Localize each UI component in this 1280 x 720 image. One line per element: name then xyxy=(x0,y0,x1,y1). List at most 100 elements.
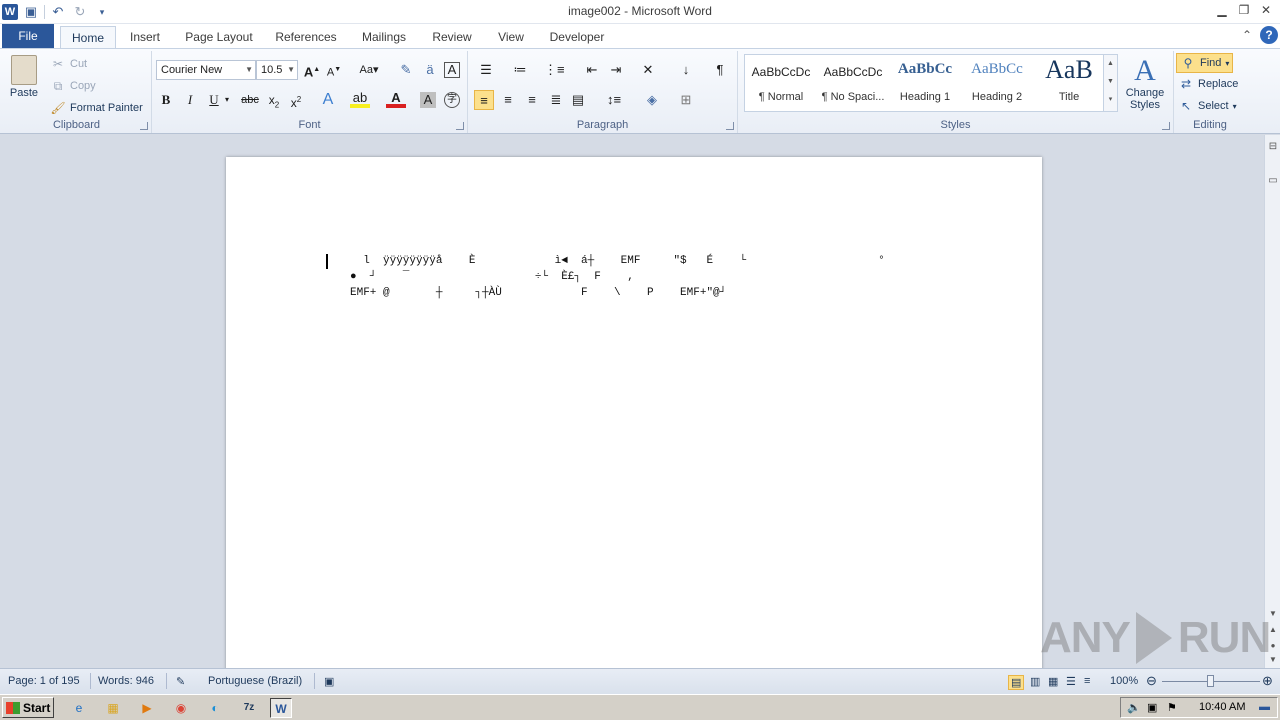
style-title[interactable]: AaB Title xyxy=(1033,55,1105,111)
decrease-indent-icon[interactable]: ⇤ xyxy=(582,60,602,80)
shading-icon[interactable]: ◈ xyxy=(642,90,662,110)
7zip-icon[interactable]: 7z xyxy=(238,698,260,718)
print-layout-icon[interactable]: ▤ xyxy=(1008,675,1025,690)
start-button[interactable]: Start xyxy=(2,697,54,718)
media-player-icon[interactable]: ▶ xyxy=(136,698,158,718)
multilevel-list-icon[interactable]: ⋮≡ xyxy=(544,60,565,80)
borders-icon[interactable]: ⊞ xyxy=(676,90,696,110)
copy-button[interactable]: ⧉ Copy xyxy=(50,78,96,94)
volume-icon[interactable]: 🔈 xyxy=(1127,701,1141,714)
tab-home[interactable]: Home xyxy=(60,26,116,48)
tab-page-layout[interactable]: Page Layout xyxy=(180,26,258,48)
shrink-font-icon[interactable]: A▼ xyxy=(324,60,344,80)
vertical-scrollbar[interactable]: ⊟ ▭ ▼ ▲ ● ▼ xyxy=(1264,135,1280,668)
zoom-slider-thumb[interactable] xyxy=(1207,675,1214,687)
full-screen-reading-icon[interactable]: ▥ xyxy=(1030,675,1040,688)
minimize-ribbon-icon[interactable]: ⌃ xyxy=(1242,28,1252,42)
font-size-combo[interactable]: 10.5 ▼ xyxy=(256,60,298,80)
tab-mailings[interactable]: Mailings xyxy=(356,26,412,48)
language-indicator[interactable]: Portuguese (Brazil) xyxy=(208,675,302,687)
tab-developer[interactable]: Developer xyxy=(546,26,608,48)
ruler-toggle-icon[interactable]: ⊟ xyxy=(1265,141,1280,152)
gallery-more-icon[interactable]: ▾ xyxy=(1104,91,1117,109)
align-center-icon[interactable]: ≡ xyxy=(498,90,518,110)
show-desktop-icon[interactable]: ▬ xyxy=(1259,701,1270,713)
numbering-icon[interactable]: ≔ xyxy=(510,60,530,80)
zoom-level[interactable]: 100% xyxy=(1110,675,1138,687)
tab-review[interactable]: Review xyxy=(428,26,476,48)
subscript-icon[interactable]: x2 xyxy=(264,90,284,110)
tab-references[interactable]: References xyxy=(270,26,342,48)
phonetic-guide-icon[interactable]: ä xyxy=(420,60,440,80)
zoom-in-icon[interactable]: ⊕ xyxy=(1262,673,1273,689)
align-right-icon[interactable]: ≡ xyxy=(522,90,542,110)
style-no-spacing[interactable]: AaBbCcDc ¶ No Spaci... xyxy=(817,55,889,111)
macro-record-icon[interactable]: ▣ xyxy=(324,675,334,688)
superscript-icon[interactable]: x2 xyxy=(286,90,306,110)
select-button[interactable]: ↖ Select ▾ xyxy=(1178,98,1237,114)
word-taskbar-icon[interactable]: W xyxy=(270,698,292,718)
draft-icon[interactable]: ≡ xyxy=(1084,675,1090,687)
tab-view[interactable]: View xyxy=(492,26,530,48)
character-shading-icon[interactable]: A xyxy=(420,92,436,108)
sort-icon[interactable]: ↓ xyxy=(676,60,696,80)
document-line[interactable]: l ÿÿÿÿÿÿÿÿå È ì◄ á┼ EMF ″$ É └ ° xyxy=(350,255,885,267)
zoom-out-icon[interactable]: ⊖ xyxy=(1146,673,1157,689)
underline-icon[interactable]: U xyxy=(204,90,224,110)
restore-icon[interactable]: ❐ xyxy=(1236,2,1252,18)
styles-launcher-icon[interactable] xyxy=(1162,122,1170,130)
clock[interactable]: 10:40 AM xyxy=(1199,701,1245,713)
gallery-down-icon[interactable]: ▼ xyxy=(1104,73,1117,91)
edge-icon[interactable]: ◐ xyxy=(204,698,226,718)
gallery-up-icon[interactable]: ▲ xyxy=(1104,55,1117,73)
font-color-icon[interactable]: A xyxy=(386,90,406,108)
word-count[interactable]: Words: 946 xyxy=(98,675,154,687)
scroll-thumb-icon[interactable]: ▭ xyxy=(1265,175,1280,186)
character-border-icon[interactable]: A xyxy=(444,62,460,78)
tab-file[interactable]: File xyxy=(2,24,54,48)
align-left-icon[interactable]: ≡ xyxy=(474,90,494,110)
style-heading-1[interactable]: AaBbCc Heading 1 xyxy=(889,55,961,111)
underline-dropdown-icon[interactable]: ▾ xyxy=(222,90,232,110)
format-painter-button[interactable]: 🖌 Format Painter xyxy=(50,100,142,116)
document-page[interactable]: l ÿÿÿÿÿÿÿÿå È ì◄ á┼ EMF ″$ É └ ° ● ┘ ¯ ÷… xyxy=(226,157,1042,668)
grow-font-icon[interactable]: A▲ xyxy=(302,60,322,80)
show-formatting-icon[interactable]: ¶ xyxy=(710,60,730,80)
document-line[interactable]: ● ┘ ¯ ÷└ È£┐ F , xyxy=(350,271,634,283)
distributed-icon[interactable]: ▤ xyxy=(568,90,588,110)
page-count[interactable]: Page: 1 of 195 xyxy=(8,675,80,687)
minimize-icon[interactable]: ▁ xyxy=(1214,2,1230,18)
action-center-flag-icon[interactable]: ⚑ xyxy=(1167,701,1177,714)
strikethrough-icon[interactable]: abc xyxy=(238,90,262,110)
bullets-icon[interactable]: ☰ xyxy=(476,60,496,80)
clear-formatting-icon[interactable]: ✎ xyxy=(396,60,416,80)
internet-explorer-icon[interactable]: e xyxy=(68,698,90,718)
paragraph-launcher-icon[interactable] xyxy=(726,122,734,130)
justify-icon[interactable]: ≣ xyxy=(546,90,566,110)
text-effects-icon[interactable]: A xyxy=(318,90,338,110)
outline-icon[interactable]: ☰ xyxy=(1066,675,1076,688)
italic-icon[interactable]: I xyxy=(180,90,200,110)
find-button[interactable]: ⚲ Find ▾ xyxy=(1176,53,1234,73)
style-normal[interactable]: AaBbCcDc ¶ Normal xyxy=(745,55,817,111)
paste-button[interactable]: Paste xyxy=(8,55,40,99)
style-heading-2[interactable]: AaBbCc Heading 2 xyxy=(961,55,1033,111)
line-spacing-icon[interactable]: ↕≡ xyxy=(604,90,624,110)
change-styles-button[interactable]: A Change Styles xyxy=(1122,55,1168,112)
highlight-icon[interactable]: ab xyxy=(350,90,370,108)
file-explorer-icon[interactable]: ▦ xyxy=(102,698,124,718)
help-icon[interactable]: ? xyxy=(1260,26,1278,44)
tab-insert[interactable]: Insert xyxy=(124,26,166,48)
asian-layout-icon[interactable]: ✕ xyxy=(638,60,658,80)
proofing-icon[interactable]: ✎ xyxy=(176,675,185,688)
network-icon[interactable]: ▣ xyxy=(1147,701,1157,714)
bold-icon[interactable]: B xyxy=(156,90,176,110)
chrome-icon[interactable]: ◉ xyxy=(170,698,192,718)
change-case-icon[interactable]: Aa▾ xyxy=(356,60,382,80)
font-name-combo[interactable]: Courier New ▼ xyxy=(156,60,256,80)
document-line[interactable]: EMF+ @ ┼ ┐┼ÀÙ F \ P EMF+″@┘ xyxy=(350,287,726,299)
increase-indent-icon[interactable]: ⇥ xyxy=(606,60,626,80)
cut-button[interactable]: ✂ Cut xyxy=(50,56,87,72)
replace-button[interactable]: ⇄ Replace xyxy=(1178,76,1238,92)
web-layout-icon[interactable]: ▦ xyxy=(1048,675,1058,688)
